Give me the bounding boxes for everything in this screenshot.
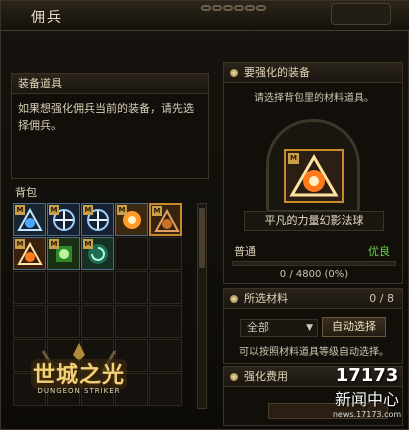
item-badge: M	[49, 205, 59, 215]
bag-slot[interactable]: M	[47, 203, 80, 236]
game-logo: 世城之光 DUNGEON STRIKER	[25, 341, 133, 407]
bag-slot[interactable]	[47, 271, 80, 304]
grade-current: 普通	[234, 245, 256, 258]
title-bar: 佣兵	[1, 1, 409, 31]
upgrade-item-name: 平凡的力量幻影法球	[244, 211, 384, 231]
bullet-icon	[230, 373, 238, 381]
item-badge: M	[49, 239, 59, 249]
bag-slot[interactable]: M	[81, 237, 114, 270]
bag-slot[interactable]	[81, 271, 114, 304]
logo-title: 世城之光	[32, 363, 125, 388]
item-badge: M	[117, 205, 127, 215]
bag-slot[interactable]	[13, 271, 46, 304]
materials-hint: 可以按照材料道具等级自动选择。	[239, 347, 389, 358]
materials-count: 0 / 8	[369, 292, 394, 305]
equip-description: 如果想强化佣兵当前的装备，请先选择佣兵。	[18, 102, 194, 132]
materials-panel: 所选材料 0 / 8 全部 ▼ 自动选择 可以按照材料道具等级自动选择。	[223, 288, 403, 364]
bullet-icon	[230, 69, 238, 77]
upgrade-progress-text: 0 / 4800 (0%)	[279, 269, 349, 280]
bag-slot[interactable]	[149, 373, 182, 406]
watermark-url: news.17173.com	[332, 410, 402, 419]
window-title: 佣兵	[31, 10, 63, 26]
bullet-icon	[230, 295, 238, 303]
bag-slot[interactable]	[115, 271, 148, 304]
bag-slot[interactable]	[81, 305, 114, 338]
upgrade-panel: 要强化的装备 请选择背包里的材料道具。 M 平凡的力量幻影法球 普通 优良 0 …	[223, 62, 403, 284]
upgrade-panel-header: 要强化的装备	[224, 63, 402, 83]
logo-subtitle: DUNGEON STRIKER	[37, 387, 121, 395]
watermark-brand: 17173	[335, 365, 399, 386]
grade-next: 优良	[368, 245, 390, 258]
watermark-label: 新闻中心	[334, 390, 399, 409]
bag-scrollbar[interactable]	[197, 203, 207, 409]
upgrade-item-slot[interactable]: M	[284, 149, 344, 203]
site-watermark: 17173 新闻中心 news.17173.com	[327, 365, 407, 425]
materials-filter-value: 全部	[247, 321, 269, 334]
item-badge: M	[15, 205, 25, 215]
equip-panel: 装备道具 如果想强化佣兵当前的装备，请先选择佣兵。	[11, 73, 209, 179]
bag-slot[interactable]: M	[47, 237, 80, 270]
upgrade-hint: 请选择背包里的材料道具。	[254, 93, 374, 104]
item-badge: M	[83, 205, 93, 215]
cost-panel-title: 强化费用	[244, 370, 288, 383]
bag-slot[interactable]	[115, 237, 148, 270]
item-badge: M	[288, 153, 299, 164]
materials-filter-select[interactable]: 全部 ▼	[240, 319, 318, 337]
bag-slot[interactable]	[149, 237, 182, 270]
bag-slot[interactable]	[47, 305, 80, 338]
upgrade-panel-title: 要强化的装备	[244, 66, 310, 79]
bag-slot[interactable]	[13, 305, 46, 338]
bag-slot[interactable]: M	[149, 203, 182, 236]
item-badge: M	[83, 239, 93, 249]
bag-slot[interactable]: M	[81, 203, 114, 236]
bag-slot[interactable]: M	[13, 237, 46, 270]
bag-slot[interactable]	[115, 305, 148, 338]
chain-ornament	[201, 1, 281, 15]
item-badge: M	[15, 239, 25, 249]
item-badge: M	[152, 206, 162, 216]
title-ornament	[331, 3, 391, 25]
bag-slot[interactable]	[149, 305, 182, 338]
bag-slot[interactable]: M	[115, 203, 148, 236]
bag-slot[interactable]	[149, 339, 182, 372]
bag-slot[interactable]: M	[13, 203, 46, 236]
chevron-down-icon: ▼	[306, 323, 313, 333]
auto-select-button[interactable]: 自动选择	[322, 317, 386, 337]
equip-panel-title: 装备道具	[12, 74, 208, 94]
materials-panel-title: 所选材料	[244, 292, 288, 305]
mercenary-window: 佣兵 装备道具 如果想强化佣兵当前的装备，请先选择佣兵。 背包 M M M M M M M M…	[0, 0, 409, 430]
bag-title: 背包	[15, 186, 37, 199]
bag-scroll-thumb[interactable]	[199, 208, 205, 268]
upgrade-progress-bar	[232, 261, 396, 266]
bag-slot[interactable]	[149, 271, 182, 304]
